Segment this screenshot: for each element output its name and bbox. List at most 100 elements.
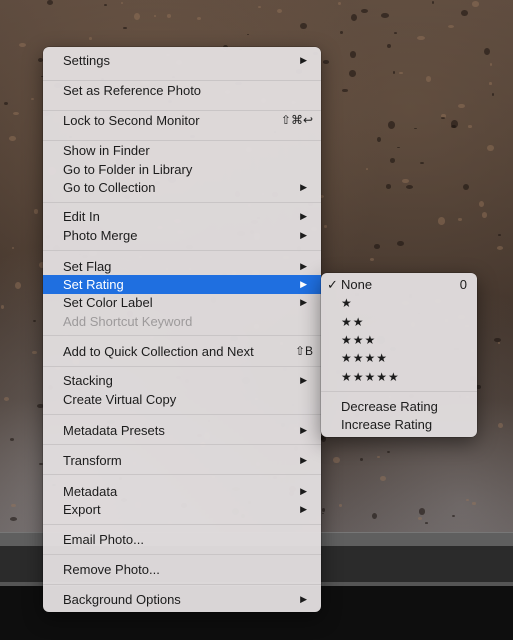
- menu-item-label: Increase Rating: [341, 417, 433, 432]
- menu-item-label: Remove Photo...: [63, 562, 160, 577]
- context-menu: Settings ▶ Set as Reference Photo Lock to…: [43, 47, 321, 612]
- soil-texture: [462, 183, 469, 190]
- keyboard-shortcut: 0: [459, 277, 467, 292]
- submenu-arrow-icon: ▶: [300, 455, 307, 465]
- menu-item-label: Email Photo...: [63, 532, 144, 547]
- soil-texture: [489, 82, 492, 85]
- soil-texture: [393, 32, 397, 35]
- menu-item-label: Stacking: [63, 373, 113, 388]
- menu-item-remove-photo[interactable]: Remove Photo...: [43, 560, 321, 579]
- soil-texture: [9, 136, 16, 141]
- soil-texture: [333, 456, 340, 463]
- rating-item-3-stars[interactable]: ★★★: [321, 331, 477, 349]
- soil-texture: [371, 512, 378, 519]
- soil-texture: [396, 146, 401, 149]
- rating-item-increase[interactable]: Increase Rating: [321, 416, 477, 434]
- menu-item-label: Add to Quick Collection and Next: [63, 344, 254, 359]
- menu-separator: [43, 444, 321, 445]
- submenu-arrow-icon: ▶: [300, 230, 307, 240]
- rating-item-4-stars[interactable]: ★★★★: [321, 349, 477, 367]
- menu-item-label: Settings: [63, 53, 110, 68]
- rating-item-5-stars[interactable]: ★★★★★: [321, 368, 477, 386]
- menu-item-go-to-folder[interactable]: Go to Folder in Library: [43, 160, 321, 179]
- menu-item-email-photo[interactable]: Email Photo...: [43, 530, 321, 549]
- menu-item-background-options[interactable]: Background Options ▶: [43, 590, 321, 609]
- soil-texture: [487, 144, 494, 151]
- star-rating-label: ★★★: [341, 333, 377, 347]
- soil-texture: [338, 504, 343, 508]
- menu-item-set-rating[interactable]: Set Rating ▶: [43, 275, 321, 294]
- soil-texture: [89, 37, 92, 40]
- star-rating-label: ★: [341, 296, 353, 310]
- menu-separator: [43, 202, 321, 203]
- menu-item-add-quick-collection[interactable]: Add to Quick Collection and Next ⇧B: [43, 342, 321, 361]
- rating-item-decrease[interactable]: Decrease Rating: [321, 398, 477, 416]
- menu-item-lock-second-monitor[interactable]: Lock to Second Monitor ⇧⌘↩: [43, 111, 321, 130]
- menu-item-metadata-presets[interactable]: Metadata Presets ▶: [43, 421, 321, 440]
- rating-item-2-stars[interactable]: ★★: [321, 313, 477, 331]
- soil-texture: [349, 70, 356, 77]
- menu-item-go-to-collection[interactable]: Go to Collection ▶: [43, 178, 321, 197]
- menu-item-edit-in[interactable]: Edit In ▶: [43, 207, 321, 226]
- menu-item-set-reference-photo[interactable]: Set as Reference Photo: [43, 81, 321, 100]
- soil-texture: [451, 515, 455, 518]
- submenu-arrow-icon: ▶: [300, 297, 307, 307]
- soil-texture: [3, 101, 9, 106]
- soil-texture: [376, 456, 380, 458]
- menu-item-label: Set Color Label: [63, 295, 153, 310]
- submenu-arrow-icon: ▶: [300, 279, 307, 289]
- soil-texture: [472, 502, 476, 505]
- menu-item-label: Metadata Presets: [63, 423, 165, 438]
- soil-texture: [123, 26, 128, 30]
- soil-texture: [340, 31, 344, 35]
- rating-submenu: ✓ None 0 ★ ★★ ★★★ ★★★★ ★★★★★ Decrease Rati…: [321, 273, 477, 437]
- soil-texture: [349, 51, 357, 59]
- soil-texture: [324, 225, 327, 228]
- menu-item-stacking[interactable]: Stacking ▶: [43, 371, 321, 390]
- menu-item-photo-merge[interactable]: Photo Merge ▶: [43, 226, 321, 245]
- soil-texture: [425, 76, 432, 83]
- menu-separator: [43, 474, 321, 475]
- menu-item-set-flag[interactable]: Set Flag ▶: [43, 257, 321, 276]
- soil-texture: [196, 16, 202, 20]
- soil-texture: [419, 162, 425, 165]
- menu-item-label: Edit In: [63, 209, 100, 224]
- menu-item-label: Photo Merge: [63, 228, 138, 243]
- soil-texture: [492, 93, 495, 96]
- soil-texture: [494, 337, 502, 342]
- menu-item-label: Metadata: [63, 484, 118, 499]
- soil-texture: [418, 508, 426, 515]
- soil-texture: [489, 63, 493, 67]
- menu-item-create-virtual-copy[interactable]: Create Virtual Copy: [43, 390, 321, 409]
- keyboard-shortcut: ⇧⌘↩: [280, 113, 313, 127]
- soil-texture: [377, 137, 382, 142]
- submenu-arrow-icon: ▶: [300, 182, 307, 192]
- rating-item-none[interactable]: ✓ None 0: [321, 276, 477, 294]
- soil-texture: [47, 0, 53, 6]
- menu-separator: [43, 584, 321, 585]
- menu-item-set-color-label[interactable]: Set Color Label ▶: [43, 293, 321, 312]
- soil-texture: [18, 42, 26, 48]
- menu-item-label: Set Rating: [63, 277, 124, 292]
- soil-texture: [379, 475, 386, 482]
- soil-texture: [381, 12, 389, 18]
- menu-separator: [43, 554, 321, 555]
- menu-item-transform[interactable]: Transform ▶: [43, 451, 321, 470]
- soil-texture: [4, 397, 10, 401]
- menu-item-show-in-finder[interactable]: Show in Finder: [43, 141, 321, 160]
- rating-item-1-star[interactable]: ★: [321, 294, 477, 312]
- menu-item-metadata[interactable]: Metadata ▶: [43, 482, 321, 501]
- soil-texture: [166, 14, 172, 19]
- submenu-arrow-icon: ▶: [300, 504, 307, 514]
- soil-texture: [387, 450, 390, 453]
- soil-texture: [402, 179, 409, 184]
- submenu-arrow-icon: ▶: [300, 594, 307, 604]
- menu-item-export[interactable]: Export ▶: [43, 500, 321, 519]
- menu-item-settings[interactable]: Settings ▶: [43, 51, 321, 70]
- soil-texture: [10, 503, 17, 508]
- soil-texture: [414, 127, 417, 130]
- soil-texture: [153, 15, 156, 17]
- menu-separator: [43, 414, 321, 415]
- menu-item-label: None: [341, 277, 373, 292]
- menu-item-label: Lock to Second Monitor: [63, 113, 200, 128]
